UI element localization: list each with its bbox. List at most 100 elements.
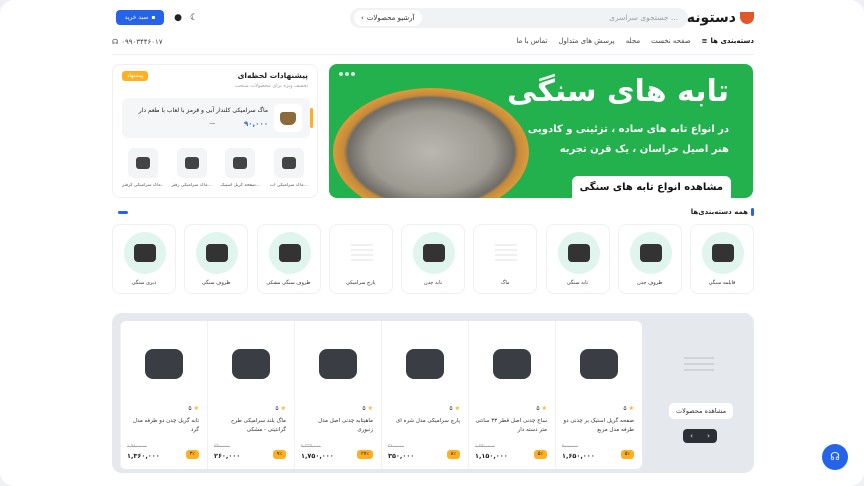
product-rating: ۵ [275,405,286,412]
suggestion-item-image [176,148,207,178]
category-image [702,232,744,274]
chevron-right-icon[interactable]: › [707,432,710,440]
product-name: ماهیتابه چدنی اصل مدل زنبوری [318,418,373,433]
product-price: ۱,۳۶۰,۰۰۰ [127,452,160,460]
lines-icon [684,357,714,373]
category-card[interactable]: پارچ سرامیکی [328,224,393,294]
phone-number[interactable]: ☊ ۰۹۹۰۳۴۴۶۰۱۷ [112,38,163,46]
category-card[interactable]: قابلمه سنگی [690,224,754,294]
chevron-left-icon[interactable]: ‹ [690,432,693,440]
category-card[interactable]: ظروف سنگی [184,224,249,294]
nav-item-faq[interactable]: پرسش های متداول [558,37,614,45]
category-name: ظروف سنگی [201,280,231,286]
category-card[interactable]: دیزی سنگی [112,224,176,294]
category-image [340,232,383,274]
product-name: تابه گریل چدن دو طرفه مدل گرد [132,418,199,433]
suggestion-item-name: ماگ سرامیکی گرفتر... [122,183,164,188]
category-card[interactable]: تابه سنگی [545,224,610,294]
cart-label: سبد خرید [124,14,149,21]
hero-subtitle: در انواع تابه های ساده ، تزئینی و کادویی [527,124,729,135]
category-card[interactable]: تابه چدن [401,224,465,294]
product-card[interactable]: ۵ پارچ سرامیکی مدل شره ای ۳۸۰,۰۰۰ ۳۵۰,۰۰۰ ۸٪ [381,321,468,469]
suggestion-item[interactable]: ماگ سرامیکی گرفتر... [122,148,164,188]
archive-label: آرشیو محصولات [366,14,415,22]
hero-title: تابه های سنگی [507,74,729,109]
category-card[interactable]: ماگ [473,224,538,294]
product-image [139,337,189,393]
category-name: ظروف چدن [637,280,663,286]
suggestion-item-image [225,148,256,178]
categories-title-text: همه دسته‌بندی‌ها [690,208,748,216]
featured-product-old-price: ۰۰ [209,121,215,127]
category-card[interactable]: ظروف چدن [617,224,682,294]
discount-badge: ۳٪ [185,450,199,459]
discount-badge: ۹٪ [272,450,286,459]
slider-dots[interactable] [339,72,355,76]
featured-product[interactable]: ماگ سرامیکی کلندار آبی و قرمز با لعاب با… [122,98,313,138]
archive-button[interactable]: ‹ آرشیو محصولات [354,10,422,26]
category-image [629,232,672,274]
discount-badge: ۲۷٪ [356,450,373,459]
cart-icon: ▪ [151,14,156,21]
product-rating: ۵ [623,405,634,412]
support-chat-button[interactable]: ☊ [822,444,848,470]
suggestion-item-image [273,148,304,178]
theme-toggle-icon[interactable]: ☾ [188,12,200,24]
category-name: تابه چدن [424,280,442,286]
suggestion-item[interactable]: ماگ سرامیکی آب... [268,148,310,188]
nav-item-blog[interactable]: مجله [626,37,640,45]
logo[interactable]: دستونه [687,6,754,30]
category-name: قابلمه سنگی [708,280,736,286]
suggestions-panel: پیشنهادات لحظه‌ای تخفیف ویژه برای محصولا… [112,64,318,198]
featured-product-image [274,104,302,132]
headset-icon: ☊ [112,38,119,46]
category-name: پارچ سرامیکی [345,280,376,286]
nav-item-categories[interactable]: ≡ دسته‌بندی ها [702,37,754,45]
product-card[interactable]: ۵ تابه گریل چدن دو طرفه مدل گرد ۱,۹۸۰,۰۰۰ ۱… [120,321,207,469]
search-bar[interactable]: ‹ آرشیو محصولات جستجوی سراسری ... [350,8,688,28]
suggestion-list: ماگ سرامیکی آب... صفحه گریل استیک... ماگ… [122,148,310,188]
suggestion-item[interactable]: ماگ سرامیکی رفتر... [171,148,213,188]
category-name: تابه سنگی [566,280,589,286]
nav-item-contact[interactable]: تماس با ما [516,37,547,45]
product-price: ۱,۷۵۰,۰۰۰ [301,452,334,460]
product-old-price: ۲۹۰,۰۰۰ [214,444,230,449]
suggestions-title: پیشنهادات لحظه‌ای [237,71,308,80]
page: دستونه ‹ آرشیو محصولات جستجوی سراسری ...… [0,0,864,486]
cart-button[interactable]: سبد خرید ▪ [116,10,164,25]
featured-product-name: ماگ سرامیکی کلندار آبی و قرمز با لعاب با… [138,107,268,114]
featured-product-price: ۹۰,۰۰۰ [243,120,268,128]
product-price: ۳۵۰,۰۰۰ [388,452,415,460]
product-old-price: ۲۰۰,۰۰۰ [562,444,578,449]
product-rating: ۵ [362,405,373,412]
view-products-button[interactable]: مشاهده محصولات [669,403,734,419]
product-old-price: ۱,۹۸۰,۰۰۰ [127,444,147,449]
nav-item-home[interactable]: صفحه نخست [651,37,691,45]
products-side-panel: مشاهده محصولات ‹ › [644,313,754,473]
product-image [574,337,624,393]
category-name: ماگ [500,280,510,286]
product-card[interactable]: ۵ ماگ بلند سرامیکی طرح گرانتیتی - مشکی ۲۹۰… [207,321,294,469]
suggestion-item[interactable]: صفحه گریل استیک... [219,148,261,188]
main-nav: ≡ دسته‌بندی ها صفحه نخست مجله پرسش های مت… [516,37,754,45]
category-image [413,232,455,274]
product-card[interactable]: ۵ ماهیتابه چدنی اصل مدل زنبوری ۲,۳۳۵,۰۰۰ ۱,… [294,321,381,469]
categories-slider-dots[interactable] [118,211,128,214]
user-icon[interactable]: ● [172,12,184,24]
hero-banner[interactable]: تابه های سنگی در انواع تابه های ساده ، ت… [329,64,753,198]
discount-badge: ۵٪ [620,450,634,459]
product-card[interactable]: ۵ صفحه گریل استیک بر چدنی دو طرفه مدل مرب… [555,321,642,469]
hero-cta-button[interactable]: مشاهده انواع تابه های سنگی [571,176,731,198]
category-card[interactable]: ظروف سنگی مشکی [256,224,321,294]
products-slider-arrows[interactable]: ‹ › [683,429,717,443]
suggestion-item-name: ماگ سرامیکی آب... [269,183,308,188]
product-image [313,337,363,393]
header: دستونه ‹ آرشیو محصولات جستجوی سراسری ...… [112,6,754,30]
search-input[interactable]: جستجوی سراسری ... [609,13,678,22]
product-image [487,337,537,393]
product-card[interactable]: ۵ ساج چدنی اصل قطر ۳۳ سانتی متر دسته دار ۱… [468,321,555,469]
headset-icon: ☊ [830,450,840,463]
category-list: قابلمه سنگی ظروف چدن تابه سنگی ماگ تابه … [112,224,754,294]
category-name: ظروف سنگی مشکی [266,280,311,286]
menu-icon: ≡ [701,37,708,45]
